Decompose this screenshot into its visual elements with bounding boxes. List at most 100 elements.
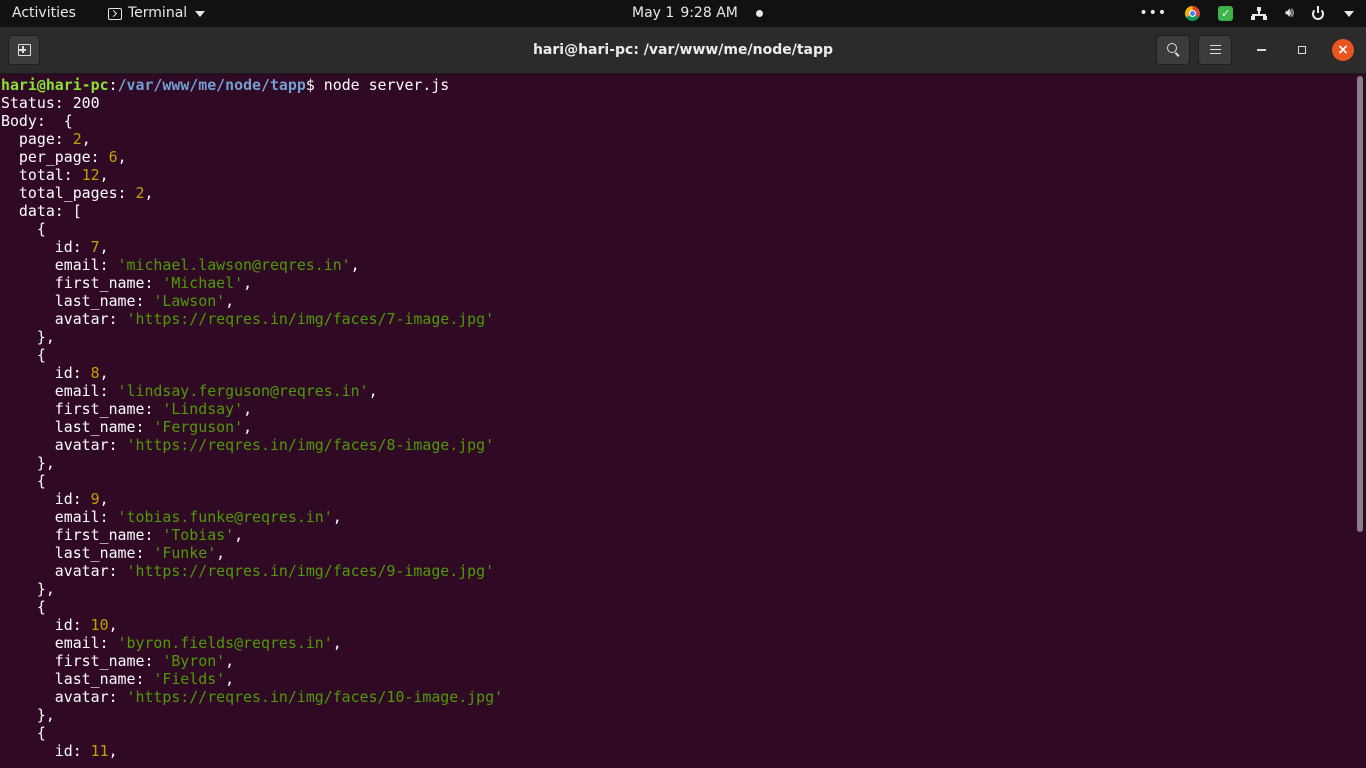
text-token: , bbox=[225, 670, 235, 688]
terminal-line: email: 'tobias.funke@reqres.in', bbox=[1, 508, 342, 526]
search-button[interactable] bbox=[1156, 35, 1190, 65]
scrollbar-thumb[interactable] bbox=[1357, 76, 1363, 532]
text-token: }, bbox=[1, 706, 55, 724]
new-tab-icon bbox=[18, 44, 31, 56]
terminal-line: id: 10, bbox=[1, 616, 118, 634]
search-icon bbox=[1167, 43, 1177, 53]
terminal-line: first_name: 'Tobias', bbox=[1, 526, 243, 544]
text-token: { bbox=[1, 598, 46, 616]
text-token: avatar: bbox=[1, 310, 127, 328]
terminal-line: total: 12, bbox=[1, 166, 109, 184]
text-token: email: bbox=[1, 508, 118, 526]
app-menu[interactable]: Terminal bbox=[108, 0, 206, 27]
string-token: 'https://reqres.in/img/faces/8-image.jpg… bbox=[126, 436, 495, 454]
terminal-line: { bbox=[1, 220, 46, 238]
text-token: , bbox=[243, 274, 253, 292]
terminal-line: Status: 200 bbox=[1, 94, 100, 112]
string-token: 'michael.lawson@reqres.in' bbox=[117, 256, 351, 274]
terminal-line: avatar: 'https://reqres.in/img/faces/7-i… bbox=[1, 310, 494, 328]
new-tab-button[interactable] bbox=[8, 35, 40, 65]
terminal-line: avatar: 'https://reqres.in/img/faces/9-i… bbox=[1, 562, 494, 580]
text-token: , bbox=[234, 526, 244, 544]
string-token: 'https://reqres.in/img/faces/9-image.jpg… bbox=[126, 562, 495, 580]
text-token: first_name: bbox=[1, 400, 163, 418]
power-icon[interactable] bbox=[1312, 5, 1324, 20]
prompt-symbol: $ bbox=[305, 76, 315, 94]
text-token: , bbox=[368, 382, 378, 400]
terminal-line: { bbox=[1, 724, 46, 742]
scrollbar[interactable] bbox=[1354, 74, 1366, 768]
number-token: 8 bbox=[90, 364, 100, 382]
text-token: , bbox=[99, 166, 109, 184]
number-token: 10 bbox=[90, 616, 109, 634]
text-token: data: [ bbox=[1, 202, 82, 220]
string-token: 'Funke' bbox=[153, 544, 217, 562]
text-token: id: bbox=[1, 364, 91, 382]
terminal-line: page: 2, bbox=[1, 130, 91, 148]
recording-dot-icon bbox=[755, 10, 763, 17]
terminal-line: }, bbox=[1, 454, 55, 472]
text-token: last_name: bbox=[1, 670, 154, 688]
text-token: { bbox=[1, 346, 46, 364]
number-token: 11 bbox=[90, 742, 109, 760]
terminal-line: email: 'michael.lawson@reqres.in', bbox=[1, 256, 360, 274]
text-token: }, bbox=[1, 454, 55, 472]
text-token: , bbox=[332, 634, 342, 652]
string-token: 'Ferguson' bbox=[153, 418, 244, 436]
terminal-output[interactable]: hari@hari-pc:/var/www/me/node/tapp$ node… bbox=[0, 74, 1354, 768]
prompt-separator: : bbox=[108, 76, 118, 94]
text-token: , bbox=[216, 544, 226, 562]
maximize-icon[interactable] bbox=[1298, 46, 1306, 54]
number-token: 2 bbox=[72, 130, 82, 148]
terminal-line: avatar: 'https://reqres.in/img/faces/8-i… bbox=[1, 436, 494, 454]
prompt-line: hari@hari-pc:/var/www/me/node/tapp$ node… bbox=[1, 76, 449, 94]
text-token: }, bbox=[1, 580, 55, 598]
terminal-line: first_name: 'Byron', bbox=[1, 652, 234, 670]
text-token: , bbox=[225, 652, 235, 670]
menu-button[interactable] bbox=[1198, 35, 1232, 65]
text-token: id: bbox=[1, 742, 91, 760]
text-token: first_name: bbox=[1, 652, 163, 670]
output-lines: Status: 200 Body: { page: 2, per_page: 6… bbox=[1, 94, 503, 760]
terminal-icon bbox=[108, 7, 122, 20]
app-menu-label: Terminal bbox=[128, 5, 188, 21]
text-token: avatar: bbox=[1, 562, 127, 580]
terminal-line: last_name: 'Funke', bbox=[1, 544, 225, 562]
chevron-down-icon[interactable] bbox=[1344, 10, 1354, 17]
string-token: 'Michael' bbox=[162, 274, 244, 292]
terminal-line: }, bbox=[1, 706, 55, 724]
activities-button[interactable]: Activities bbox=[12, 0, 76, 27]
terminal-line: total_pages: 2, bbox=[1, 184, 154, 202]
text-token: , bbox=[225, 292, 235, 310]
terminal-line: avatar: 'https://reqres.in/img/faces/10-… bbox=[1, 688, 503, 706]
string-token: 'https://reqres.in/img/faces/10-image.jp… bbox=[126, 688, 504, 706]
text-token: , bbox=[243, 400, 253, 418]
text-token: , bbox=[108, 742, 118, 760]
more-icon[interactable]: ••• bbox=[1139, 0, 1167, 27]
terminal-line: last_name: 'Lawson', bbox=[1, 292, 234, 310]
shield-icon[interactable]: ✓ bbox=[1218, 6, 1234, 21]
terminal-line: }, bbox=[1, 328, 55, 346]
clock-date: May 1 bbox=[632, 5, 675, 21]
text-token: { bbox=[1, 472, 46, 490]
terminal-line: }, bbox=[1, 580, 55, 598]
number-token: 9 bbox=[90, 490, 100, 508]
text-token: last_name: bbox=[1, 544, 154, 562]
network-icon[interactable] bbox=[1251, 6, 1268, 21]
clock[interactable]: May 1 9:28 AM bbox=[632, 0, 763, 27]
text-token: , bbox=[99, 490, 109, 508]
terminal-line: { bbox=[1, 598, 46, 616]
text-token: { bbox=[1, 220, 46, 238]
text-token: , bbox=[99, 364, 109, 382]
text-token: , bbox=[81, 130, 91, 148]
prompt-path: /var/www/me/node/tapp bbox=[117, 76, 306, 94]
minimize-icon[interactable] bbox=[1257, 49, 1266, 51]
terminal-line: id: 7, bbox=[1, 238, 109, 256]
chrome-icon[interactable] bbox=[1185, 6, 1201, 21]
text-token: id: bbox=[1, 616, 91, 634]
volume-icon[interactable]: 🔊︎ bbox=[1285, 0, 1294, 27]
text-token: , bbox=[332, 508, 342, 526]
close-icon[interactable]: × bbox=[1332, 39, 1354, 61]
text-token: , bbox=[144, 184, 154, 202]
string-token: 'Lawson' bbox=[153, 292, 226, 310]
